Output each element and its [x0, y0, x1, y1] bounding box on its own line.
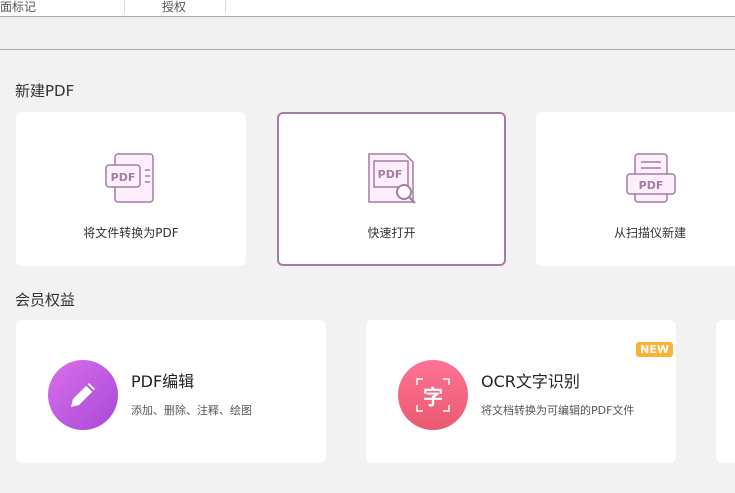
new-badge: NEW: [636, 342, 673, 357]
toolbar: [0, 18, 735, 50]
from-scanner-card[interactable]: PDF 从扫描仪新建: [536, 112, 735, 266]
tab-license[interactable]: 授权: [162, 0, 186, 14]
card-title: PDF编辑: [131, 372, 195, 391]
more-benefit-card[interactable]: [716, 320, 735, 463]
ocr-card[interactable]: 字 OCR文字识别 将文档转换为可编辑的PDF文件 NEW: [366, 320, 676, 463]
new-pdf-heading: 新建PDF: [15, 82, 75, 100]
card-label: 快速打开: [367, 226, 416, 240]
pdf-edit-card[interactable]: PDF编辑 添加、删除、注释、绘图: [16, 320, 326, 463]
member-heading: 会员权益: [15, 291, 76, 309]
pdf-convert-icon: PDF: [105, 153, 154, 203]
top-tab-bar: 面标记 授权: [0, 0, 735, 17]
pencil-icon: [48, 360, 118, 430]
pdf-search-icon: PDF: [367, 153, 416, 204]
card-subtitle: 将文档转换为可编辑的PDF文件: [481, 404, 635, 417]
tab-divider: [124, 0, 125, 13]
pdf-scanner-icon: PDF: [626, 153, 676, 203]
icon-pdf-text: PDF: [111, 171, 136, 184]
tab-divider: [225, 0, 226, 13]
convert-to-pdf-card[interactable]: PDF 将文件转换为PDF: [16, 112, 246, 266]
quick-open-card[interactable]: PDF 快速打开: [277, 112, 506, 266]
tab-annotations[interactable]: 面标记: [0, 0, 36, 14]
card-subtitle: 添加、删除、注释、绘图: [131, 404, 252, 417]
card-label: 从扫描仪新建: [614, 226, 687, 240]
ocr-char-icon: 字: [398, 360, 468, 430]
card-label: 将文件转换为PDF: [83, 226, 179, 240]
card-title: OCR文字识别: [481, 372, 580, 391]
icon-pdf-text: PDF: [377, 168, 402, 181]
icon-pdf-text: PDF: [639, 179, 664, 192]
